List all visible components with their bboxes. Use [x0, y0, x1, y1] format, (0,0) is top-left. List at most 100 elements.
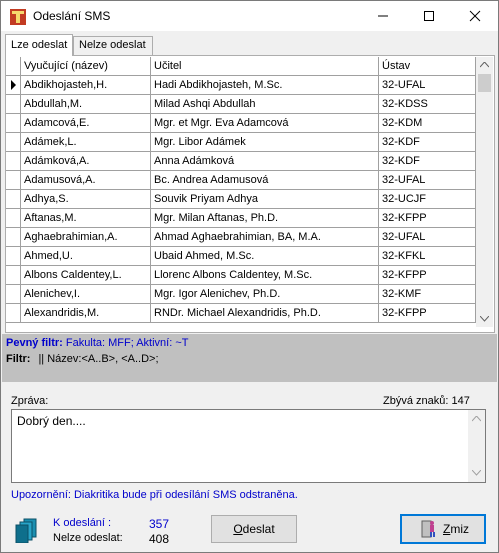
row-col-ucitel[interactable]: Bc. Andrea Adamusová	[151, 171, 379, 190]
row-col-ucitel[interactable]: Ahmad Aghaebrahimian, BA, M.A.	[151, 228, 379, 247]
row-selector[interactable]	[6, 95, 21, 114]
row-col-nazev[interactable]: Adamcová,E.	[21, 114, 151, 133]
row-col-nazev[interactable]: Adámek,L.	[21, 133, 151, 152]
close-button[interactable]	[452, 1, 498, 31]
filter-panel: Pevný filtr: Fakulta: MFF; Aktivní: ~T F…	[2, 334, 497, 382]
send-button[interactable]: Odeslat	[211, 515, 297, 543]
table-row[interactable]: Alexandridis,M. RNDr. Michael Alexandridi…	[6, 304, 476, 323]
row-col-ustav[interactable]: 32-KFPP	[379, 304, 476, 323]
row-col-nazev[interactable]: Albons Caldentey,L.	[21, 266, 151, 285]
row-col-ucitel[interactable]: Milad Ashqi Abdullah	[151, 95, 379, 114]
row-col-nazev[interactable]: Alexandridis,M.	[21, 304, 151, 323]
row-col-ustav[interactable]: 32-KDSS	[379, 95, 476, 114]
row-selector[interactable]	[6, 266, 21, 285]
row-col-ustav[interactable]: 32-UCJF	[379, 190, 476, 209]
exit-door-icon	[421, 520, 435, 538]
row-selector[interactable]	[6, 171, 21, 190]
scroll-up-icon[interactable]	[472, 416, 481, 422]
maximize-button[interactable]	[406, 1, 452, 31]
tab-nelze-odeslat[interactable]: Nelze odeslat	[73, 36, 153, 55]
row-col-ucitel[interactable]: Hadi Abdikhojasteh, M.Sc.	[151, 76, 379, 95]
scroll-down-icon[interactable]	[480, 316, 489, 322]
table-row[interactable]: Abdullah,M. Milad Ashqi Abdullah 32-KDSS	[6, 95, 476, 114]
tab-lze-odeslat[interactable]: Lze odeslat	[5, 34, 73, 56]
row-col-ucitel[interactable]: Souvik Priyam Adhya	[151, 190, 379, 209]
row-col-ustav[interactable]: 32-UFAL	[379, 171, 476, 190]
sms-window: Odeslání SMS Lze odeslat Nelze odeslat V…	[0, 0, 499, 553]
remaining-value: 147	[451, 395, 470, 407]
table-row[interactable]: Aftanas,M. Mgr. Milan Aftanas, Ph.D. 32-KF…	[6, 209, 476, 228]
row-selector[interactable]	[6, 76, 21, 95]
row-col-ustav[interactable]: 32-KFPP	[379, 209, 476, 228]
row-col-nazev[interactable]: Abdullah,M.	[21, 95, 151, 114]
window-title: Odeslání SMS	[33, 9, 111, 23]
table-row[interactable]: Adámková,A. Anna Adámková 32-KDF	[6, 152, 476, 171]
scroll-thumb[interactable]	[478, 74, 491, 92]
row-col-ucitel[interactable]: Mgr. Milan Aftanas, Ph.D.	[151, 209, 379, 228]
row-col-nazev[interactable]: Abdikhojasteh,H.	[21, 76, 151, 95]
row-col-ustav[interactable]: 32-KFPP	[379, 266, 476, 285]
row-selector[interactable]	[6, 152, 21, 171]
row-col-ucitel[interactable]: Anna Adámková	[151, 152, 379, 171]
close-icon	[469, 10, 481, 22]
row-col-ucitel[interactable]: Ubaid Ahmed, M.Sc.	[151, 247, 379, 266]
scroll-down-icon[interactable]	[472, 470, 481, 476]
minimize-button[interactable]	[360, 1, 406, 31]
row-col-ucitel[interactable]: Mgr. Igor Alenichev, Ph.D.	[151, 285, 379, 304]
row-selector[interactable]	[6, 228, 21, 247]
row-col-nazev[interactable]: Alenichev,I.	[21, 285, 151, 304]
row-selector[interactable]	[6, 247, 21, 266]
table-row[interactable]: Abdikhojasteh,H. Hadi Abdikhojasteh, M.Sc…	[6, 76, 476, 95]
row-col-ustav[interactable]: 32-KMF	[379, 285, 476, 304]
cannot-send-count: 408	[149, 532, 170, 546]
table-row[interactable]: Aghaebrahimian,A. Ahmad Aghaebrahimian, B…	[6, 228, 476, 247]
row-selector-header	[6, 57, 21, 76]
table-row[interactable]: Adámek,L. Mgr. Libor Adámek 32-KDF	[6, 133, 476, 152]
row-selector[interactable]	[6, 190, 21, 209]
to-send-label: K odeslání :	[53, 517, 112, 529]
row-selector[interactable]	[6, 304, 21, 323]
row-col-ustav[interactable]: 32-KDF	[379, 152, 476, 171]
title-bar[interactable]: Odeslání SMS	[1, 1, 498, 31]
column-header-nazev[interactable]: Vyučující (název)	[21, 57, 151, 76]
row-col-nazev[interactable]: Adhya,S.	[21, 190, 151, 209]
row-col-nazev[interactable]: Ahmed,U.	[21, 247, 151, 266]
row-col-nazev[interactable]: Adámková,A.	[21, 152, 151, 171]
row-col-nazev[interactable]: Aghaebrahimian,A.	[21, 228, 151, 247]
row-col-ustav[interactable]: 32-UFAL	[379, 228, 476, 247]
message-textarea[interactable]: Dobrý den....	[11, 409, 486, 483]
message-scrollbar[interactable]	[468, 410, 485, 482]
cancel-button[interactable]: Zmiz	[400, 514, 486, 544]
scroll-up-icon[interactable]	[480, 62, 489, 68]
cannot-send-label: Nelze odeslat:	[53, 532, 123, 544]
remaining-label: Zbývá znaků:	[383, 395, 449, 407]
table-row[interactable]: Ahmed,U. Ubaid Ahmed, M.Sc. 32-KFKL	[6, 247, 476, 266]
table-row[interactable]: Adamusová,A. Bc. Andrea Adamusová 32-UFAL	[6, 171, 476, 190]
table-row[interactable]: Albons Caldentey,L. Llorenc Albons Calden…	[6, 266, 476, 285]
row-col-ustav[interactable]: 32-KFKL	[379, 247, 476, 266]
remaining-chars: Zbývá znaků: 147	[383, 395, 470, 407]
send-label: deslat	[242, 522, 275, 536]
row-col-nazev[interactable]: Aftanas,M.	[21, 209, 151, 228]
column-header-ustav[interactable]: Ústav	[379, 57, 476, 76]
row-selector[interactable]	[6, 285, 21, 304]
row-col-ucitel[interactable]: Llorenc Albons Caldentey, M.Sc.	[151, 266, 379, 285]
row-selector[interactable]	[6, 209, 21, 228]
row-col-ustav[interactable]: 32-KDF	[379, 133, 476, 152]
row-selector[interactable]	[6, 133, 21, 152]
row-selector[interactable]	[6, 114, 21, 133]
row-col-nazev[interactable]: Adamusová,A.	[21, 171, 151, 190]
column-header-ucitel[interactable]: Učitel	[151, 57, 379, 76]
teacher-grid[interactable]: Vyučující (název) Učitel Ústav Abdikhoja…	[6, 57, 476, 327]
row-col-ucitel[interactable]: Mgr. Libor Adámek	[151, 133, 379, 152]
row-col-ustav[interactable]: 32-KDM	[379, 114, 476, 133]
minimize-icon	[378, 15, 388, 17]
table-row[interactable]: Adamcová,E. Mgr. et Mgr. Eva Adamcová 32-K…	[6, 114, 476, 133]
table-row[interactable]: Alenichev,I. Mgr. Igor Alenichev, Ph.D. 32…	[6, 285, 476, 304]
row-col-ucitel[interactable]: Mgr. et Mgr. Eva Adamcová	[151, 114, 379, 133]
grid-scrollbar[interactable]	[476, 57, 493, 327]
cancel-label-rest: miz	[450, 522, 470, 536]
row-col-ustav[interactable]: 32-UFAL	[379, 76, 476, 95]
row-col-ucitel[interactable]: RNDr. Michael Alexandridis, Ph.D.	[151, 304, 379, 323]
table-row[interactable]: Adhya,S. Souvik Priyam Adhya 32-UCJF	[6, 190, 476, 209]
